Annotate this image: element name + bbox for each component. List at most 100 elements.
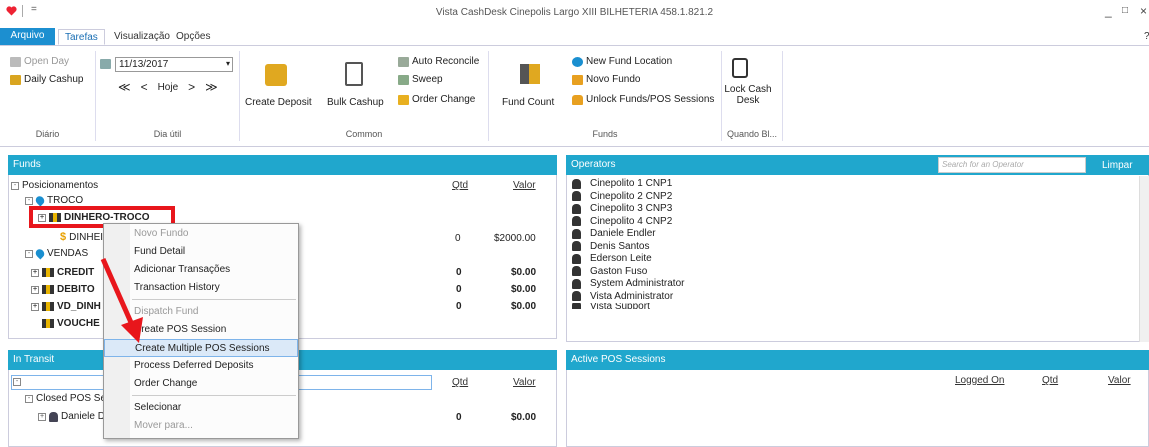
unlock-funds-label: Unlock Funds/POS Sessions <box>586 94 715 105</box>
pos-col-logged-on[interactable]: Logged On <box>955 375 1005 386</box>
tree-item-daniele[interactable]: + Daniele D <box>38 411 105 422</box>
group-separator <box>488 51 489 141</box>
tree-item-fund[interactable]: + VD_DINH <box>31 301 101 312</box>
expand-icon[interactable]: + <box>31 268 39 277</box>
operator-item[interactable]: Denis Santos <box>572 241 649 252</box>
next-button[interactable]: > <box>188 80 195 94</box>
create-deposit-button[interactable]: Create Deposit <box>245 97 312 108</box>
collapse-icon[interactable]: - <box>11 181 19 190</box>
context-menu-item[interactable]: Selecionar <box>104 399 298 417</box>
fund-icon <box>572 74 583 85</box>
tab-tarefas[interactable]: Tarefas <box>58 29 105 45</box>
operator-item[interactable]: Ederson Leite <box>572 253 652 264</box>
location-pin-icon <box>33 247 47 260</box>
prev-button[interactable]: < <box>141 80 148 94</box>
operator-item[interactable]: System Administrator <box>572 278 684 289</box>
expand-icon[interactable]: + <box>31 302 39 311</box>
context-menu-item[interactable]: Mover para... <box>104 417 298 435</box>
ribbon-tabs: Arquivo Tarefas Visualização Opções ? <box>0 26 1149 45</box>
operator-item[interactable]: Vista Support <box>572 303 650 309</box>
collapse-icon[interactable]: - <box>25 249 33 258</box>
expand-icon[interactable]: + <box>31 285 39 294</box>
prev-all-button[interactable]: ≪ <box>118 80 131 94</box>
person-icon <box>572 241 581 251</box>
collapse-icon[interactable]: - <box>13 378 21 386</box>
operator-item[interactable]: Vista Administrator <box>572 291 673 302</box>
lock-cash-desk-button[interactable]: Lock Cash Desk <box>723 84 773 106</box>
lock-line1: Lock Cash <box>724 84 772 95</box>
tab-opcoes[interactable]: Opções <box>170 29 216 45</box>
fund-count-button[interactable]: Fund Count <box>502 97 554 108</box>
fund-valor: $0.00 <box>511 301 537 312</box>
person-icon <box>572 216 581 226</box>
pos-col-valor[interactable]: Valor <box>1108 375 1131 386</box>
context-menu-item[interactable]: Novo Fundo <box>104 225 298 243</box>
collapse-icon[interactable]: - <box>25 394 33 403</box>
operator-item[interactable]: Cinepolito 3 CNP3 <box>572 203 672 214</box>
clear-button[interactable]: Limpar <box>1102 160 1133 171</box>
minimize-button[interactable]: _ <box>1105 4 1112 18</box>
person-icon <box>572 203 581 214</box>
unlock-icon <box>572 94 583 105</box>
auto-reconcile-button[interactable]: Auto Reconcile <box>398 56 479 67</box>
operator-item[interactable]: Gaston Fuso <box>572 266 647 277</box>
title-bar: = Vista CashDesk Cinepolis Largo XIII BI… <box>0 0 1149 24</box>
tab-visualizacao[interactable]: Visualização <box>108 29 176 45</box>
daniele-label: Daniele D <box>61 411 105 422</box>
pos-col-qtd[interactable]: Qtd <box>1042 375 1058 386</box>
group-separator <box>782 51 783 141</box>
next-all-button[interactable]: ≫ <box>205 80 218 94</box>
person-icon <box>572 228 581 239</box>
clipboard-icon <box>345 62 363 86</box>
dinheiro-child-label: DINHEI <box>69 231 104 243</box>
open-day-label: Open Day <box>24 56 70 67</box>
tab-arquivo[interactable]: Arquivo <box>0 28 55 45</box>
new-fund-location-button[interactable]: New Fund Location <box>572 56 672 67</box>
order-change-button[interactable]: Order Change <box>398 94 475 105</box>
transit-qtd: 0 <box>456 412 462 423</box>
operator-item[interactable]: Daniele Endler <box>572 228 656 239</box>
tree-item-fund[interactable]: VOUCHE <box>31 318 100 329</box>
collapse-icon[interactable]: - <box>25 196 33 205</box>
tree-item-closed-pos[interactable]: - Closed POS Ses <box>25 393 111 404</box>
bulk-cashup-button[interactable]: Bulk Cashup <box>327 97 384 108</box>
maximize-button[interactable]: □ <box>1122 5 1128 16</box>
deposit-icon <box>265 64 287 86</box>
operator-name: Cinepolito 1 CNP1 <box>590 178 673 189</box>
context-menu-item[interactable]: Order Change <box>104 375 298 393</box>
operators-scrollbar[interactable] <box>1139 176 1149 342</box>
sweep-button[interactable]: Sweep <box>398 74 443 85</box>
col-valor-header[interactable]: Valor <box>513 180 536 191</box>
tree-item-fund[interactable]: + CREDIT <box>31 267 94 278</box>
operator-name: Ederson Leite <box>590 253 652 264</box>
tree-item-fund[interactable]: + DEBITO <box>31 284 95 295</box>
close-button[interactable]: × <box>1140 4 1147 18</box>
operator-item[interactable]: Cinepolito 4 CNP2 <box>572 216 672 227</box>
tree-item-dinheiro-child[interactable]: $ DINHEI <box>60 231 103 243</box>
novo-fundo-button[interactable]: Novo Fundo <box>572 74 640 85</box>
tree-item-troco[interactable]: - TROCO <box>25 194 83 207</box>
person-icon <box>572 266 581 276</box>
context-menu-item[interactable]: Process Deferred Deposits <box>104 357 298 375</box>
dollar-icon: $ <box>60 231 67 243</box>
help-button[interactable]: ? <box>1138 29 1149 45</box>
transit-col-qtd[interactable]: Qtd <box>452 377 468 388</box>
fund-icon <box>42 319 54 328</box>
unlock-funds-button[interactable]: Unlock Funds/POS Sessions <box>572 94 714 105</box>
operator-search-input[interactable]: Search for an Operator <box>938 157 1086 173</box>
today-button[interactable]: Hoje <box>158 82 179 93</box>
reconcile-icon <box>398 56 409 67</box>
col-qtd-header[interactable]: Qtd <box>452 180 468 191</box>
date-picker[interactable]: 11/13/2017 ▾ <box>115 57 233 72</box>
open-day-button[interactable]: Open Day <box>10 56 69 67</box>
operator-item[interactable]: Cinepolito 1 CNP1 <box>572 178 672 189</box>
tree-root[interactable]: - Posicionamentos <box>11 180 98 191</box>
daily-cashup-button[interactable]: Daily Cashup <box>10 74 83 85</box>
chevron-down-icon[interactable]: ▾ <box>226 59 230 68</box>
transit-col-valor[interactable]: Valor <box>513 377 536 388</box>
operator-item[interactable]: Cinepolito 2 CNP2 <box>572 191 672 202</box>
person-icon <box>572 303 581 309</box>
tree-item-vendas[interactable]: - VENDAS <box>25 247 88 260</box>
expand-icon[interactable]: + <box>38 412 46 421</box>
person-icon <box>572 191 581 201</box>
